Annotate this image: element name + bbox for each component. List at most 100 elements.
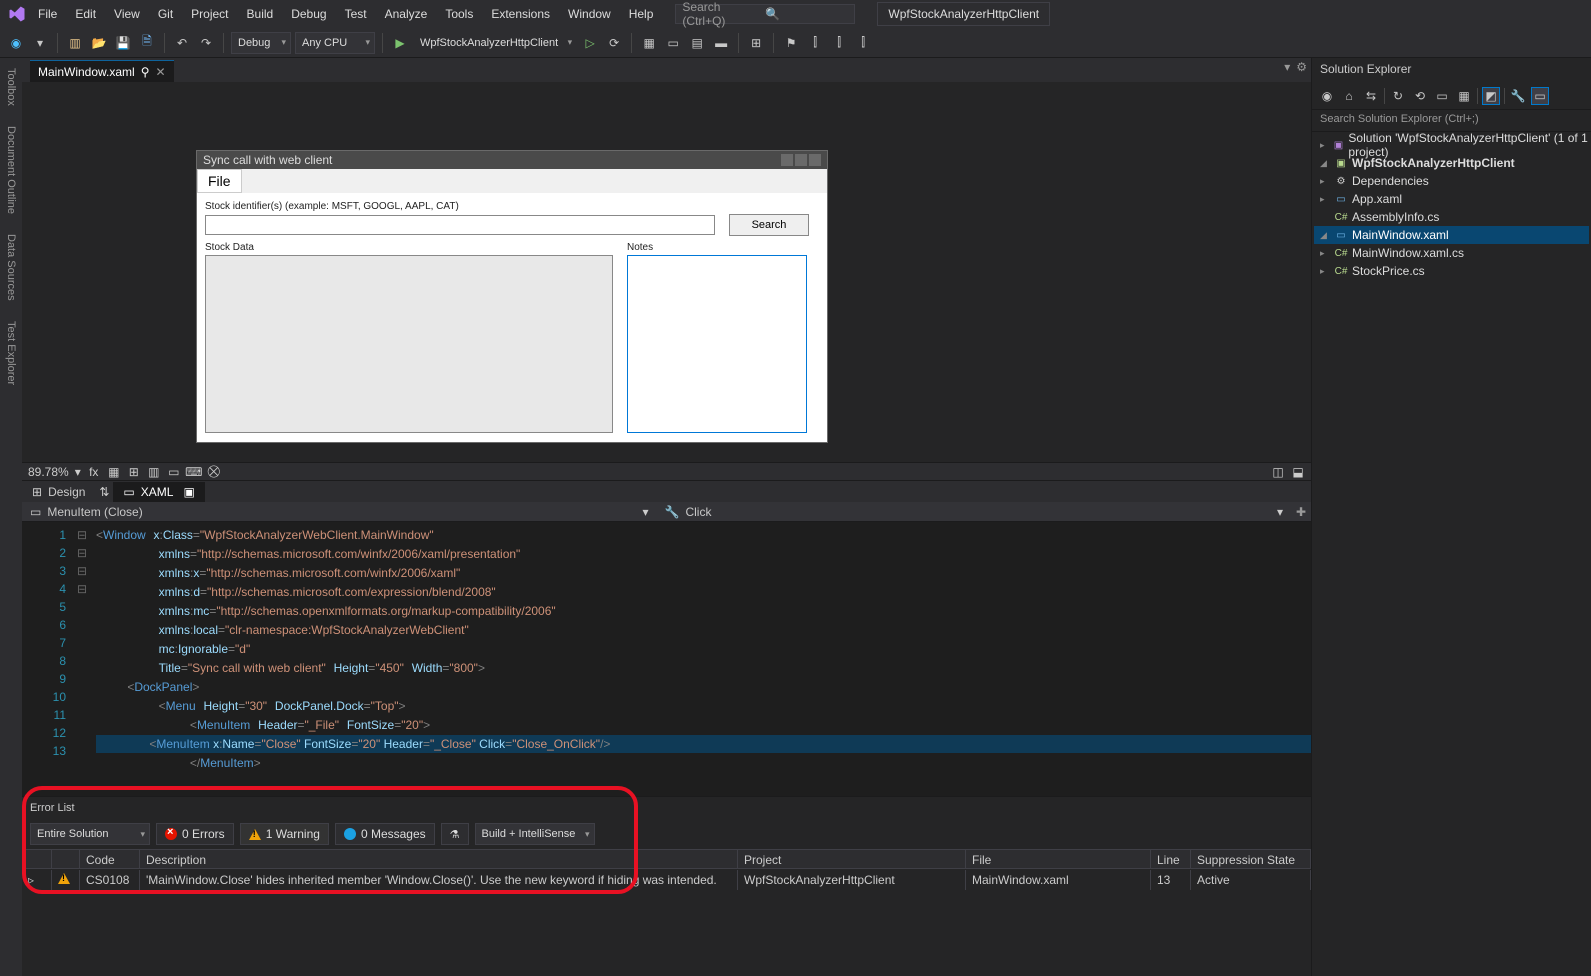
filter-messages[interactable]: 0 Messages	[335, 823, 435, 845]
startup-combo[interactable]: WpfStockAnalyzerHttpClient	[414, 32, 576, 54]
col-project[interactable]: Project	[738, 850, 966, 868]
save-icon[interactable]: 💾	[113, 33, 133, 53]
code-icon[interactable]: ⌨	[187, 465, 201, 479]
se-refresh-icon[interactable]: ⟲	[1411, 87, 1429, 105]
se-switch-icon[interactable]: ⇆	[1362, 87, 1380, 105]
doc-tab-mainwindow[interactable]: MainWindow.xaml ⚲ ✕	[30, 60, 174, 82]
menu-file[interactable]: File	[30, 3, 65, 25]
snaplines-icon[interactable]: ▥	[147, 465, 161, 479]
solution-search[interactable]: Search Solution Explorer (Ctrl+;)	[1312, 110, 1591, 132]
toolbar-icon-1[interactable]: ▦	[639, 33, 659, 53]
solution-context[interactable]: WpfStockAnalyzerHttpClient	[877, 2, 1050, 26]
split-h-icon[interactable]: ◫	[1271, 465, 1285, 479]
menu-analyze[interactable]: Analyze	[377, 3, 436, 25]
nav-back-icon[interactable]: ◉	[6, 33, 26, 53]
xaml-designer[interactable]: Sync call with web client File Stock ide…	[22, 82, 1311, 462]
tab-test-explorer[interactable]: Test Explorer	[3, 315, 19, 391]
se-properties-icon[interactable]: 🔧	[1509, 87, 1527, 105]
se-preview-icon[interactable]: ◩	[1482, 87, 1500, 105]
code-text[interactable]: <Window x:Class="WpfStockAnalyzerWebClie…	[92, 522, 1311, 796]
hot-reload-icon[interactable]: ⟳	[604, 33, 624, 53]
toolbar-icon-3[interactable]: ▤	[687, 33, 707, 53]
redo-icon[interactable]: ↷	[196, 33, 216, 53]
col-line[interactable]: Line	[1151, 850, 1191, 868]
snap-icon[interactable]: ⊞	[127, 465, 141, 479]
menu-debug[interactable]: Debug	[283, 3, 334, 25]
toolbar-icon-6[interactable]: ⫿	[805, 33, 825, 53]
menu-extensions[interactable]: Extensions	[483, 3, 558, 25]
col-desc[interactable]: Description	[140, 850, 738, 868]
menu-window[interactable]: Window	[560, 3, 619, 25]
menu-git[interactable]: Git	[150, 3, 181, 25]
menu-tools[interactable]: Tools	[437, 3, 481, 25]
split-editor-icon[interactable]: ✚	[1291, 505, 1311, 519]
zoom-level[interactable]: 89.78%	[28, 465, 69, 479]
filter-errors[interactable]: 0 Errors	[156, 823, 234, 845]
start-debug-icon[interactable]: ▶	[390, 33, 410, 53]
se-view-icon[interactable]: ▭	[1531, 87, 1549, 105]
col-code[interactable]: Code	[80, 850, 140, 868]
toolbar-icon-5[interactable]: ⊞	[746, 33, 766, 53]
zoom-dropdown-icon[interactable]: ▾	[75, 465, 81, 479]
menu-edit[interactable]: Edit	[67, 3, 104, 25]
tab-data-sources[interactable]: Data Sources	[3, 228, 19, 307]
menu-help[interactable]: Help	[621, 3, 662, 25]
disable-code-icon[interactable]: ⛒	[207, 465, 221, 479]
undo-icon[interactable]: ↶	[172, 33, 192, 53]
col-state[interactable]: Suppression State	[1191, 850, 1311, 868]
se-back-icon[interactable]: ◉	[1318, 87, 1336, 105]
start-no-debug-icon[interactable]: ▷	[580, 33, 600, 53]
bookmark-icon[interactable]: ⚑	[781, 33, 801, 53]
menu-project[interactable]: Project	[183, 3, 236, 25]
node-mainwindow-cs[interactable]: ▸C#MainWindow.xaml.cs	[1314, 244, 1589, 262]
node-stockprice[interactable]: ▸C#StockPrice.cs	[1314, 262, 1589, 280]
se-collapse-icon[interactable]: ▭	[1433, 87, 1451, 105]
config-combo[interactable]: Debug	[231, 32, 291, 54]
toolbar-icon-2[interactable]: ▭	[663, 33, 683, 53]
nav-fwd-icon[interactable]: ▾	[30, 33, 50, 53]
se-home-icon[interactable]: ⌂	[1340, 87, 1358, 105]
nav-scope[interactable]: ▭MenuItem (Close)▾	[22, 505, 657, 519]
split-v-icon[interactable]: ⬓	[1291, 465, 1305, 479]
open-icon[interactable]: 📂	[89, 33, 109, 53]
se-sync-icon[interactable]: ↻	[1389, 87, 1407, 105]
expand-icon[interactable]: ▹	[22, 870, 52, 890]
toolbar-icon-4[interactable]: ▬	[711, 33, 731, 53]
pin-icon[interactable]: ⚲	[141, 65, 150, 79]
fold-gutter[interactable]: ⊟⊟⊟⊟	[72, 522, 92, 796]
node-app-xaml[interactable]: ▸▭App.xaml	[1314, 190, 1589, 208]
tab-xaml[interactable]: ▭XAML▣	[113, 482, 204, 502]
swap-panes-icon[interactable]: ⇅	[95, 485, 113, 499]
save-all-icon[interactable]: 🗎	[137, 33, 157, 53]
nav-member[interactable]: 🔧Click▾	[657, 505, 1292, 519]
menu-build[interactable]: Build	[239, 3, 282, 25]
col-file[interactable]: File	[966, 850, 1151, 868]
menu-view[interactable]: View	[106, 3, 148, 25]
toolbar-icon-8[interactable]: ⫿	[853, 33, 873, 53]
active-files-dropdown-icon[interactable]: ▾	[1284, 60, 1290, 74]
filter-warnings[interactable]: 1 Warning	[240, 823, 329, 845]
tab-design[interactable]: ⊞Design	[22, 482, 95, 502]
error-scope-combo[interactable]: Entire Solution	[30, 823, 150, 845]
code-editor[interactable]: 12345678910111213 ⊟⊟⊟⊟ <Window x:Class="…	[22, 522, 1311, 796]
filter-toggle[interactable]: ⚗	[441, 823, 469, 845]
tab-toolbox[interactable]: Toolbox	[3, 62, 19, 112]
build-intellisense-combo[interactable]: Build + IntelliSense	[475, 823, 595, 845]
close-tab-icon[interactable]: ✕	[156, 65, 166, 79]
platform-combo[interactable]: Any CPU	[295, 32, 375, 54]
device-icon[interactable]: ▭	[167, 465, 181, 479]
tab-document-outline[interactable]: Document Outline	[3, 120, 19, 220]
node-mainwindow-xaml[interactable]: ◢▭MainWindow.xaml	[1314, 226, 1589, 244]
new-project-icon[interactable]: ▥	[65, 33, 85, 53]
design-preview-window[interactable]: Sync call with web client File Stock ide…	[196, 150, 828, 443]
window-options-icon[interactable]: ⚙	[1296, 60, 1307, 74]
node-dependencies[interactable]: ▸⚙Dependencies	[1314, 172, 1589, 190]
node-assemblyinfo[interactable]: C#AssemblyInfo.cs	[1314, 208, 1589, 226]
menu-test[interactable]: Test	[337, 3, 375, 25]
effects-icon[interactable]: fx	[87, 465, 101, 479]
toolbar-icon-7[interactable]: ⫿	[829, 33, 849, 53]
se-showall-icon[interactable]: ▦	[1455, 87, 1473, 105]
error-row[interactable]: ▹ CS0108 'MainWindow.Close' hides inheri…	[22, 869, 1311, 891]
grid-icon[interactable]: ▦	[107, 465, 121, 479]
search-box[interactable]: Search (Ctrl+Q) 🔍	[675, 4, 855, 24]
